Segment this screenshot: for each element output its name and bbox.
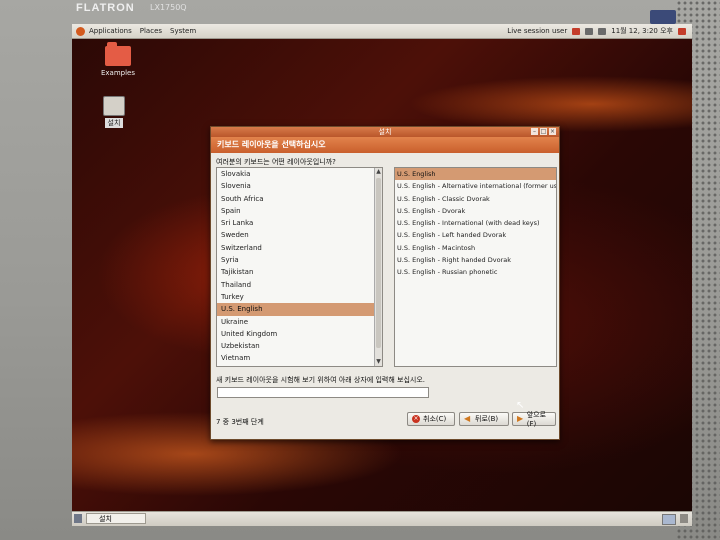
country-rows: Slovakia Slovenia South Africa Spain Sri Lan… (217, 168, 382, 365)
country-row[interactable]: United Kingdom (217, 328, 382, 340)
dialog-title: 설치 (378, 128, 392, 136)
test-label: 새 키보드 레이아웃을 시험해 보기 위하여 아래 상자에 입력해 보십시오. (216, 376, 426, 384)
trash-icon[interactable] (680, 514, 688, 523)
country-row[interactable]: Ukraine (217, 316, 382, 328)
country-row[interactable]: Vietnam (217, 352, 382, 364)
desktop-icon-label: Examples (100, 69, 135, 77)
scroll-down-icon[interactable]: ▼ (375, 358, 382, 366)
session-label[interactable]: Live session user (507, 27, 567, 35)
cancel-label: 취소(C) (423, 415, 447, 423)
minimize-button[interactable]: – (531, 128, 538, 135)
dialog-titlebar[interactable]: 설치 – □ × (211, 127, 559, 137)
country-row[interactable]: Sweden (217, 229, 382, 241)
volume-icon[interactable] (598, 27, 607, 35)
scroll-up-icon[interactable]: ▲ (375, 168, 382, 176)
back-button[interactable]: ◀ 뒤로(B) (459, 412, 509, 426)
country-row[interactable]: Sri Lanka (217, 217, 382, 229)
variant-row[interactable]: U.S. English - Dvorak (395, 205, 556, 217)
step-indicator: 7 중 3번째 단계 (216, 418, 264, 426)
clock[interactable]: 11월 12, 3:20 오후 (611, 26, 673, 36)
variant-row[interactable]: U.S. English - Alternative international… (395, 180, 556, 192)
country-scrollbar[interactable]: ▲ ▼ (374, 168, 382, 366)
variant-rows: U.S. English U.S. English - Alternative i… (395, 168, 556, 279)
variant-row[interactable]: U.S. English - Macintosh (395, 242, 556, 254)
menu-applications[interactable]: Applications (89, 27, 132, 35)
forward-label: 앞으로(F) (526, 411, 547, 428)
back-label: 뒤로(B) (475, 415, 499, 423)
test-input[interactable] (217, 387, 429, 398)
workspace-switcher[interactable] (662, 514, 676, 525)
maximize-button[interactable]: □ (540, 128, 547, 135)
variant-list[interactable]: U.S. English U.S. English - Alternative i… (394, 167, 557, 367)
country-row[interactable]: U.S. English (217, 303, 382, 316)
network-icon[interactable] (572, 27, 581, 35)
monitor-badge (650, 10, 676, 24)
monitor-model: LX1750Q (150, 3, 187, 12)
power-icon[interactable] (678, 27, 686, 35)
system-tray: Live session user 11월 12, 3:20 오후 (507, 24, 686, 38)
bottom-panel: 설치 (72, 511, 692, 526)
variant-row[interactable]: U.S. English - Left handed Dvorak (395, 229, 556, 241)
forward-button[interactable]: ▶ 앞으로(F) (512, 411, 556, 428)
desktop-icon-label: 설치 (104, 118, 124, 128)
country-row[interactable]: South Africa (217, 193, 382, 205)
variant-row[interactable]: U.S. English - International (with dead … (395, 217, 556, 229)
taskbar-item-install[interactable]: 설치 (86, 513, 146, 524)
menu-system[interactable]: System (170, 27, 196, 35)
country-row[interactable]: Tajikistan (217, 266, 382, 278)
mouse-pointer-icon: ↖ (516, 400, 525, 411)
installer-dialog: 설치 – □ × 키보드 레이아웃을 선택하십시오 여러분의 키보드는 어떤 레… (210, 126, 560, 440)
desktop-icon-examples[interactable]: Examples (88, 42, 148, 77)
monitor-brand: FLATRON (76, 2, 135, 14)
country-row[interactable]: Switzerland (217, 242, 382, 254)
country-row[interactable]: Slovenia (217, 180, 382, 192)
screen: Applications Places System Live session … (72, 24, 692, 526)
country-row[interactable]: Thailand (217, 279, 382, 291)
top-panel: Applications Places System Live session … (72, 24, 692, 39)
menu-places[interactable]: Places (140, 27, 162, 35)
country-row[interactable]: Syria (217, 254, 382, 266)
installer-icon (103, 96, 125, 116)
page-header: 키보드 레이아웃을 선택하십시오 (211, 137, 559, 153)
folder-icon (105, 42, 131, 66)
country-row[interactable]: Uzbekistan (217, 340, 382, 352)
country-row[interactable]: Slovakia (217, 168, 382, 180)
keyboard-icon[interactable] (585, 27, 594, 35)
country-list[interactable]: Slovakia Slovenia South Africa Spain Sri Lan… (216, 167, 383, 367)
country-row[interactable]: Turkey (217, 291, 382, 303)
variant-row[interactable]: U.S. English - Classic Dvorak (395, 193, 556, 205)
cancel-button[interactable]: × 취소(C) (407, 412, 455, 426)
scroll-thumb[interactable] (376, 178, 381, 348)
variant-row[interactable]: U.S. English (395, 168, 556, 181)
arrow-left-icon: ◀ (464, 414, 471, 423)
variant-row[interactable]: U.S. English - Russian phonetic (395, 266, 556, 278)
desktop-icon-install[interactable]: 설치 (84, 96, 144, 128)
cancel-icon: × (412, 415, 420, 423)
country-row[interactable]: Spain (217, 205, 382, 217)
gnome-foot-icon (76, 26, 85, 36)
variant-row[interactable]: U.S. English - Right handed Dvorak (395, 254, 556, 266)
layout-question: 여러분의 키보드는 어떤 레이아웃입니까? (216, 158, 336, 166)
show-desktop-icon[interactable] (74, 514, 82, 523)
close-button[interactable]: × (549, 128, 556, 135)
arrow-right-icon: ▶ (517, 414, 524, 423)
